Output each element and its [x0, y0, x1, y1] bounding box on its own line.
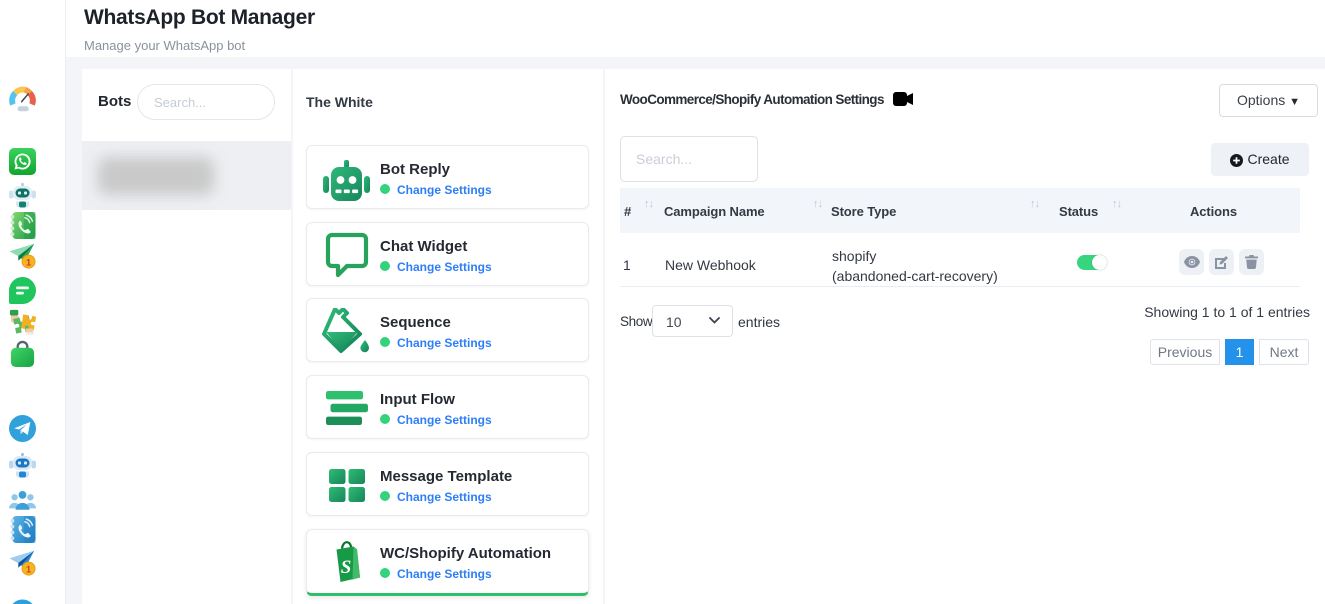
svg-text:S: S [341, 557, 352, 578]
svg-text:1: 1 [26, 257, 31, 267]
svg-text:1: 1 [26, 564, 31, 574]
